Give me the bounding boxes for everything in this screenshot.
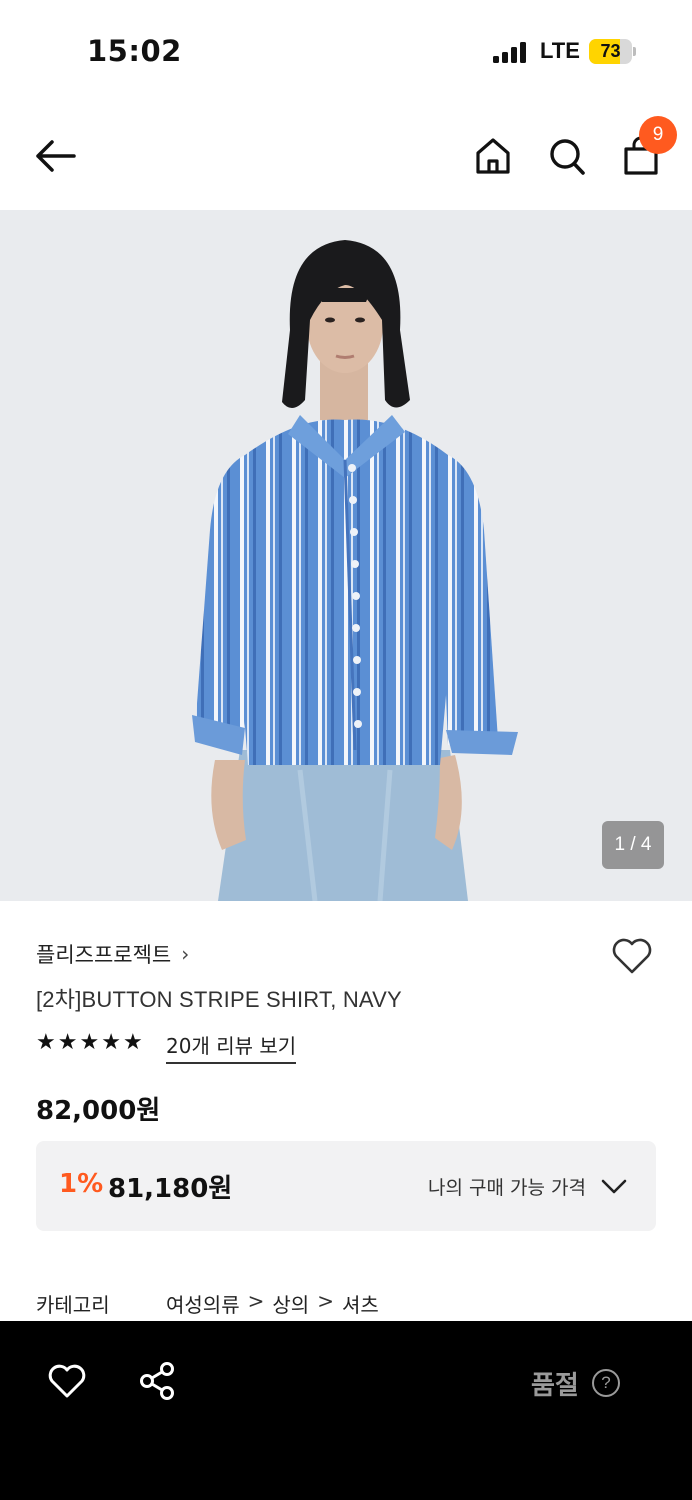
network-label: LTE <box>540 38 580 63</box>
heart-icon[interactable] <box>47 1363 87 1399</box>
bottom-action-bar: 품절 ? <box>0 1321 692 1500</box>
category-label: 카테고리 <box>36 1293 110 1317</box>
battery-icon: 73 <box>589 39 636 64</box>
discount-price: 81,180원 <box>108 1174 233 1204</box>
star-icon: ★ <box>122 1030 143 1055</box>
review-link[interactable]: 20개 리뷰 보기 <box>166 1030 297 1064</box>
category-item[interactable]: 셔츠 <box>342 1289 379 1318</box>
star-icon: ★ <box>79 1030 100 1055</box>
search-icon[interactable] <box>548 136 586 176</box>
my-price-box[interactable]: 1% 81,180원 나의 구매 가능 가격 <box>36 1141 656 1231</box>
star-icon: ★ <box>101 1030 121 1055</box>
brand-name: 플리즈프로젝트 <box>36 943 172 967</box>
star-icon: ★ <box>57 1030 78 1055</box>
category-breadcrumb: 여성의류 > 상의 > 셔츠 <box>166 1289 379 1318</box>
my-price-label: 나의 구매 가능 가격 <box>428 1177 586 1199</box>
wishlist-heart-icon[interactable] <box>610 936 654 976</box>
help-icon[interactable]: ? <box>592 1369 620 1397</box>
product-price: 82,000원 <box>36 1096 161 1126</box>
status-bar: 15:02 LTE 73 <box>0 0 692 100</box>
status-time: 15:02 <box>87 34 182 68</box>
signal-icon <box>493 41 527 63</box>
sold-out-label: 품절 <box>531 1371 579 1401</box>
chevron-down-icon[interactable] <box>600 1175 628 1197</box>
cart-count-badge[interactable]: 9 <box>639 116 677 154</box>
home-icon[interactable] <box>474 136 512 176</box>
back-arrow-icon[interactable] <box>34 136 78 176</box>
chevron-right-icon: › <box>181 942 190 966</box>
breadcrumb-separator: > <box>317 1289 334 1313</box>
product-name: [2차]BUTTON STRIPE SHIRT, NAVY <box>36 987 402 1012</box>
share-icon[interactable] <box>138 1361 176 1401</box>
top-nav: 9 <box>0 100 692 210</box>
model-photo <box>192 240 518 901</box>
brand-link[interactable]: 플리즈프로젝트 › <box>36 939 189 969</box>
product-image[interactable]: 1 / 4 <box>0 210 692 901</box>
star-icon: ★ <box>36 1030 56 1055</box>
category-item[interactable]: 상의 <box>272 1289 309 1318</box>
rating-stars: ★ ★ ★ ★ ★ <box>36 1030 143 1056</box>
breadcrumb-separator: > <box>247 1289 265 1313</box>
battery-level: 73 <box>600 41 621 61</box>
category-item[interactable]: 여성의류 <box>166 1289 240 1318</box>
discount-rate: 1% <box>59 1169 104 1199</box>
image-counter: 1 / 4 <box>602 821 664 869</box>
